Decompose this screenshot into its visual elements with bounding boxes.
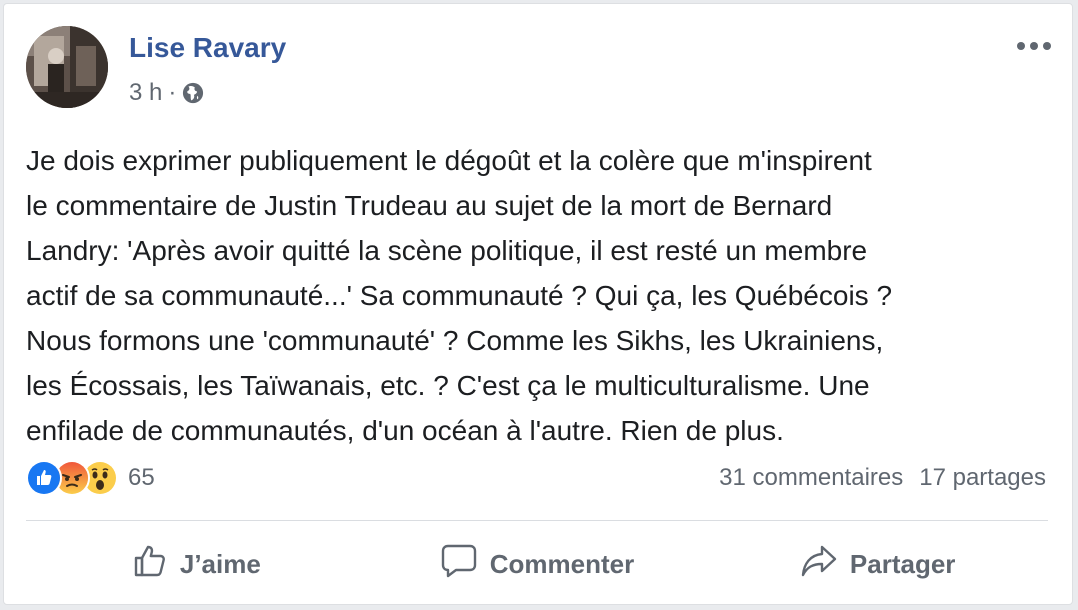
meta-separator: · xyxy=(168,79,177,106)
comments-count-link[interactable]: 31 commentaires xyxy=(719,464,903,492)
thumbs-up-icon xyxy=(132,543,168,586)
reaction-count[interactable]: 65 xyxy=(128,464,155,492)
share-button[interactable]: Partager xyxy=(707,532,1048,596)
post-stats: 31 commentaires 17 partages xyxy=(719,464,1046,492)
post-card: Lise Ravary 3 h · Je dois exprimer publi… xyxy=(3,3,1073,605)
share-label: Partager xyxy=(849,548,956,579)
post-actions-bar: J’aime Commenter Partager xyxy=(26,532,1048,596)
actions-divider xyxy=(26,520,1048,521)
stats-spacer xyxy=(903,464,919,492)
reactions-summary[interactable]: 65 xyxy=(26,460,155,496)
post-meta: 3 h · xyxy=(129,78,204,108)
avatar[interactable] xyxy=(26,26,108,108)
globe-icon[interactable] xyxy=(182,82,204,104)
comment-label: Commenter xyxy=(489,548,635,579)
more-options-icon[interactable] xyxy=(1014,34,1054,58)
author-name-link[interactable]: Lise Ravary xyxy=(129,32,286,64)
like-button[interactable]: J’aime xyxy=(26,532,367,596)
comment-button[interactable]: Commenter xyxy=(367,532,708,596)
avatar-photo xyxy=(26,26,108,108)
like-label: J’aime xyxy=(179,548,261,579)
comment-bubble-icon xyxy=(440,543,478,586)
post-timestamp[interactable]: 3 h xyxy=(129,79,162,107)
post-body: Je dois exprimer publiquement le dégoût … xyxy=(26,145,893,446)
shares-count-link[interactable]: 17 partages xyxy=(919,464,1046,492)
like-reaction-icon xyxy=(26,460,62,496)
share-arrow-icon xyxy=(800,543,838,586)
